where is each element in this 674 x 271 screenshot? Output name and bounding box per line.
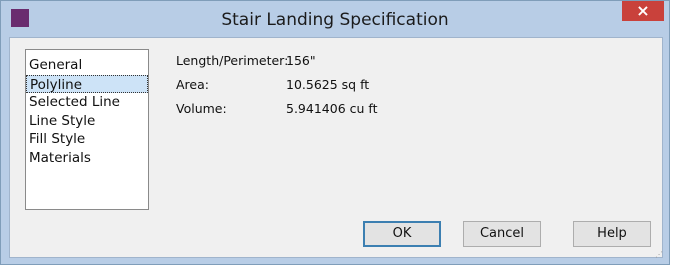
area-value: 10.5625 sq ft	[286, 77, 370, 92]
list-item-polyline[interactable]: Polyline	[26, 74, 148, 93]
list-item-materials[interactable]: Materials	[26, 149, 148, 168]
volume-label: Volume:	[176, 101, 227, 116]
close-button[interactable]: ×	[622, 1, 664, 21]
list-item-general[interactable]: General	[26, 56, 148, 75]
category-list[interactable]: General Polyline Selected Line Line Styl…	[25, 49, 149, 210]
volume-value: 5.941406 cu ft	[286, 101, 378, 116]
resize-grip-icon[interactable]: ⋰	[655, 250, 663, 259]
length-perimeter-value: 156"	[286, 53, 316, 68]
area-label: Area:	[176, 77, 209, 92]
list-item-selected-line[interactable]: Selected Line	[26, 93, 148, 112]
list-item-line-style[interactable]: Line Style	[26, 112, 148, 131]
dialog-title: Stair Landing Specification	[221, 10, 449, 30]
ok-button[interactable]: OK	[363, 221, 441, 247]
title-bar[interactable]: Stair Landing Specification ×	[1, 1, 669, 37]
cancel-button[interactable]: Cancel	[463, 221, 541, 247]
length-perimeter-label: Length/Perimeter:	[176, 53, 289, 68]
list-item-fill-style[interactable]: Fill Style	[26, 130, 148, 149]
help-button[interactable]: Help	[573, 221, 651, 247]
dialog-window: Stair Landing Specification × General Po…	[0, 0, 670, 265]
